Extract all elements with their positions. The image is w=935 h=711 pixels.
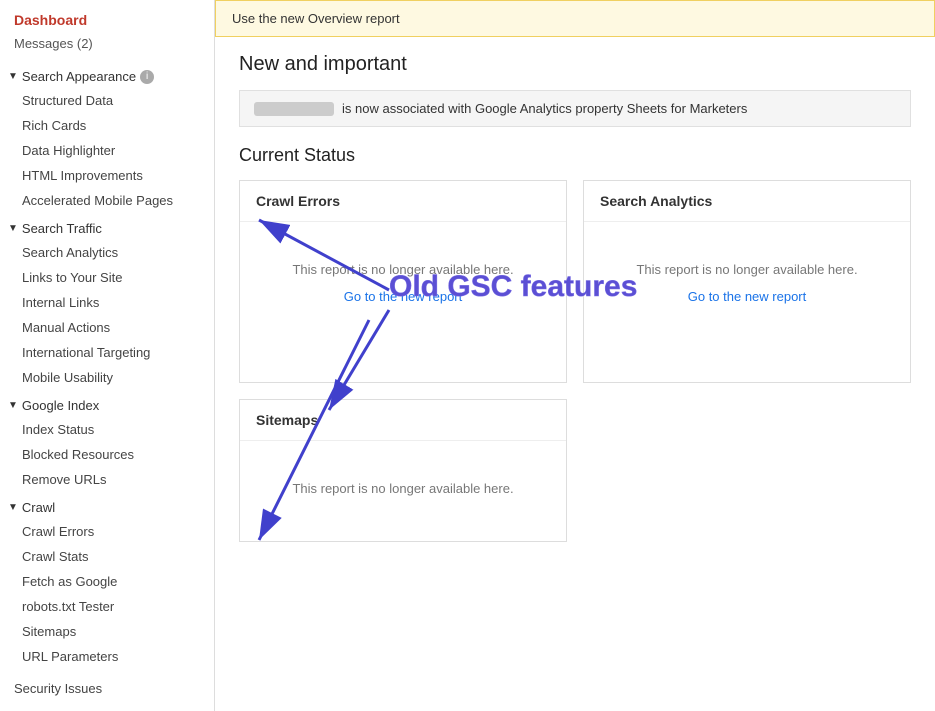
search-traffic-label: Search Traffic [22, 221, 102, 236]
sidebar-messages[interactable]: Messages (2) [0, 34, 214, 61]
main-body: New and important is now associated with… [215, 37, 935, 558]
notification-avatar [254, 102, 334, 116]
crawl-errors-no-report: This report is no longer available here. [292, 262, 513, 277]
search-analytics-card-header: Search Analytics [584, 181, 910, 222]
arrow-icon-3: ▼ [8, 400, 18, 411]
sidebar-item-security-issues[interactable]: Security Issues [0, 673, 214, 704]
sidebar-item-crawl-errors[interactable]: Crawl Errors [0, 519, 214, 544]
sidebar-item-accelerated-mobile-pages[interactable]: Accelerated Mobile Pages [0, 188, 214, 213]
sidebar-section-google-index[interactable]: ▼ Google Index [0, 390, 214, 417]
sidebar-item-remove-urls[interactable]: Remove URLs [0, 467, 214, 492]
sidebar-item-rich-cards[interactable]: Rich Cards [0, 113, 214, 138]
crawl-label: Crawl [22, 500, 55, 515]
arrow-icon: ▼ [8, 71, 18, 82]
google-index-label: Google Index [22, 398, 99, 413]
sidebar-item-search-analytics[interactable]: Search Analytics [0, 240, 214, 265]
sidebar-section-search-traffic[interactable]: ▼ Search Traffic [0, 213, 214, 240]
sidebar-dashboard[interactable]: Dashboard [0, 0, 214, 34]
sitemaps-card: Sitemaps This report is no longer availa… [239, 399, 567, 542]
sidebar-item-structured-data[interactable]: Structured Data [0, 88, 214, 113]
arrow-icon-4: ▼ [8, 502, 18, 513]
info-icon[interactable]: i [140, 70, 154, 84]
new-important-title: New and important [239, 53, 911, 76]
sidebar: Dashboard Messages (2) ▼ Search Appearan… [0, 0, 215, 711]
sitemaps-no-report: This report is no longer available here. [292, 481, 513, 496]
sidebar-item-international-targeting[interactable]: International Targeting [0, 340, 214, 365]
sidebar-item-manual-actions[interactable]: Manual Actions [0, 315, 214, 340]
crawl-errors-card: Crawl Errors This report is no longer av… [239, 180, 567, 383]
crawl-errors-new-report-link[interactable]: Go to the new report [344, 289, 463, 304]
sidebar-item-mobile-usability[interactable]: Mobile Usability [0, 365, 214, 390]
notification-bar: is now associated with Google Analytics … [239, 90, 911, 127]
sidebar-item-crawl-stats[interactable]: Crawl Stats [0, 544, 214, 569]
main-content: Use the new Overview report New and impo… [215, 0, 935, 711]
search-analytics-card-body: This report is no longer available here.… [584, 222, 910, 382]
sidebar-item-links-to-your-site[interactable]: Links to Your Site [0, 265, 214, 290]
search-appearance-label: Search Appearance [22, 69, 136, 84]
sidebar-item-data-highlighter[interactable]: Data Highlighter [0, 138, 214, 163]
search-analytics-no-report: This report is no longer available here. [636, 262, 857, 277]
sidebar-item-robots-txt-tester[interactable]: robots.txt Tester [0, 594, 214, 619]
search-analytics-new-report-link[interactable]: Go to the new report [688, 289, 807, 304]
search-analytics-card: Search Analytics This report is no longe… [583, 180, 911, 383]
banner-text: Use the new Overview report [232, 11, 400, 26]
crawl-errors-card-header: Crawl Errors [240, 181, 566, 222]
sidebar-section-crawl[interactable]: ▼ Crawl [0, 492, 214, 519]
sidebar-item-web-tools[interactable]: Web Tools [0, 704, 214, 711]
sidebar-section-search-appearance[interactable]: ▼ Search Appearance i [0, 61, 214, 88]
cards-grid: Crawl Errors This report is no longer av… [239, 180, 911, 542]
arrow-icon-2: ▼ [8, 223, 18, 234]
sidebar-item-blocked-resources[interactable]: Blocked Resources [0, 442, 214, 467]
sidebar-item-url-parameters[interactable]: URL Parameters [0, 644, 214, 669]
crawl-errors-card-body: This report is no longer available here.… [240, 222, 566, 382]
sitemaps-card-body: This report is no longer available here. [240, 441, 566, 541]
sidebar-item-index-status[interactable]: Index Status [0, 417, 214, 442]
sidebar-item-fetch-as-google[interactable]: Fetch as Google [0, 569, 214, 594]
notification-text: is now associated with Google Analytics … [342, 101, 747, 116]
sidebar-item-internal-links[interactable]: Internal Links [0, 290, 214, 315]
current-status-title: Current Status [239, 145, 911, 166]
overview-banner: Use the new Overview report [215, 0, 935, 37]
sidebar-item-sitemaps[interactable]: Sitemaps [0, 619, 214, 644]
sitemaps-card-header: Sitemaps [240, 400, 566, 441]
sidebar-item-html-improvements[interactable]: HTML Improvements [0, 163, 214, 188]
